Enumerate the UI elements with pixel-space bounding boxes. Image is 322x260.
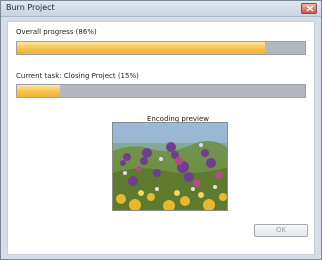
overall-progress-label: Overall progress (86%) [16, 28, 97, 36]
burn-project-dialog: Burn Project Overall progress (86%) Curr… [0, 0, 322, 260]
current-task-progress-fill [17, 85, 61, 97]
dialog-content: Overall progress (86%) Current task: Clo… [7, 21, 315, 255]
close-button[interactable] [301, 3, 317, 14]
ok-button[interactable]: OK [254, 224, 308, 237]
overall-progress-fill [17, 42, 265, 54]
overall-progress-bar [16, 41, 306, 55]
encoding-preview-image [112, 122, 228, 211]
close-icon [306, 5, 314, 12]
title-bar[interactable]: Burn Project [1, 1, 321, 17]
current-task-label: Current task: Closing Project (15%) [16, 72, 139, 80]
window-title: Burn Project [6, 3, 55, 12]
current-task-progress-bar [16, 84, 306, 98]
